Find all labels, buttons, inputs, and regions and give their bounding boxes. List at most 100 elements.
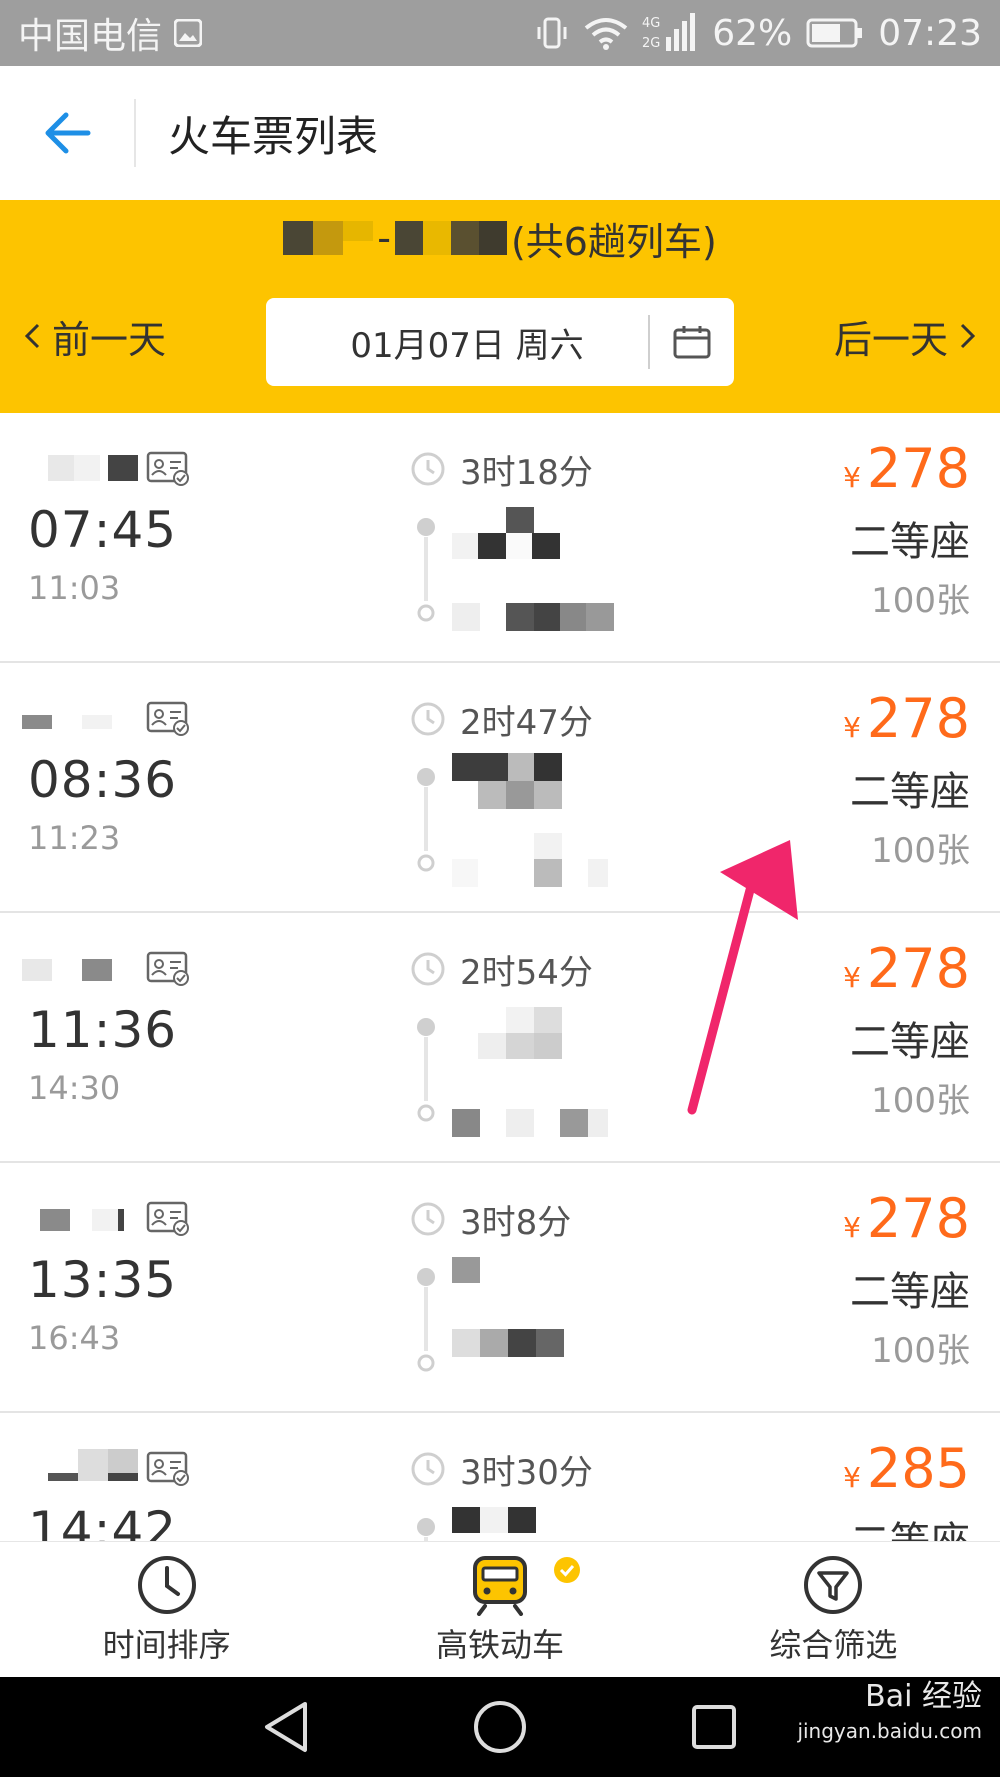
battery-percent: 62%: [712, 12, 793, 54]
watermark-brand: Bai 经验: [865, 1679, 982, 1714]
route-track-icon: [417, 1518, 435, 1541]
depart-time: 14:42: [28, 1501, 178, 1541]
ticket-count: 100张: [871, 831, 970, 871]
seat-class: 二等座: [850, 519, 970, 565]
calendar-icon: [673, 326, 711, 359]
carrier-name: 中国电信: [18, 16, 163, 57]
trip-duration: 2时47分: [460, 703, 593, 743]
calendar-button[interactable]: [650, 298, 734, 386]
arrive-time: 14:30: [28, 1069, 121, 1107]
train-row[interactable]: 07:45 11:03 3时18分 ¥278 二等座 100张: [0, 413, 1000, 663]
next-day-label: 后一天: [833, 317, 948, 362]
nav-recents-icon[interactable]: [689, 1702, 739, 1752]
clock-icon: [137, 1555, 196, 1614]
filter-icon: [804, 1555, 863, 1614]
tab-filter[interactable]: 综合筛选: [667, 1542, 1000, 1677]
train-number-redacted: [40, 1209, 124, 1231]
price-value: 278: [866, 437, 970, 500]
ticket-price: ¥278: [843, 437, 970, 500]
train-row[interactable]: 14:42 3时30分 ¥285 二等座: [0, 1413, 1000, 1541]
train-number-redacted: [22, 959, 112, 981]
train-icon: [472, 1555, 527, 1616]
start-station-redacted: [452, 1507, 536, 1533]
app-header: 火车票列表: [0, 66, 1000, 200]
ticket-count: 100张: [871, 581, 970, 621]
price-value: 285: [866, 1437, 970, 1500]
wifi-icon: [584, 16, 628, 50]
route-track-icon: [417, 1268, 435, 1372]
back-button[interactable]: [0, 66, 134, 200]
id-card-icon: [146, 1201, 189, 1236]
currency-symbol: ¥: [843, 1211, 861, 1244]
destination-redacted: [394, 221, 507, 255]
price-value: 278: [866, 937, 970, 1000]
end-station-redacted: [452, 1329, 564, 1357]
gallery-icon: [174, 19, 203, 47]
currency-symbol: ¥: [843, 711, 861, 744]
chevron-right-icon: [960, 323, 976, 349]
header-divider: [134, 99, 136, 167]
id-card-icon: [146, 1451, 189, 1486]
clock-icon: [411, 1202, 445, 1236]
page-title: 火车票列表: [168, 111, 379, 161]
start-station-redacted: [452, 753, 562, 809]
prev-day-button[interactable]: 前一天: [22, 298, 166, 374]
date-picker[interactable]: 01月07日 周六: [266, 298, 734, 386]
train-row[interactable]: 13:35 16:43 3时8分 ¥278 二等座 100张: [0, 1163, 1000, 1413]
trip-duration: 3时18分: [460, 453, 593, 493]
clock-time: 07:23: [878, 12, 982, 54]
annotation-arrow-icon: [687, 840, 798, 1115]
ticket-count: 100张: [871, 1081, 970, 1121]
nav-home-icon[interactable]: [472, 1699, 528, 1755]
depart-time: 07:45: [28, 501, 178, 559]
end-station-redacted: [452, 1109, 608, 1137]
status-right: 4G 2G 62% 07:23: [534, 13, 982, 54]
depart-time: 11:36: [28, 1001, 178, 1059]
trip-duration: 3时8分: [460, 1203, 572, 1243]
tab-label: 高铁动车: [435, 1625, 564, 1664]
end-station-redacted: [452, 603, 614, 631]
currency-symbol: ¥: [843, 461, 861, 494]
clock-icon: [411, 952, 445, 986]
arrive-time: 11:03: [28, 569, 121, 607]
watermark-url: jingyan.baidu.com: [797, 1719, 982, 1743]
price-value: 278: [866, 1187, 970, 1250]
end-station-redacted: [452, 833, 608, 887]
ticket-price: ¥278: [843, 687, 970, 750]
id-card-icon: [146, 701, 189, 736]
tab-label: 综合筛选: [769, 1625, 898, 1664]
next-day-button[interactable]: 后一天: [834, 298, 978, 374]
nav-back-icon[interactable]: [261, 1700, 311, 1754]
start-station-redacted: [452, 507, 560, 559]
tab-time-sort[interactable]: 时间排序: [0, 1542, 333, 1677]
seat-class: 二等座: [850, 1269, 970, 1315]
route-date-band: - (共6趟列车) 前一天 01月07日 周六 后一天: [0, 200, 1000, 413]
start-station-redacted: [452, 1257, 480, 1283]
baidu-watermark: Bai 经验 jingyan.baidu.com: [797, 1680, 982, 1748]
train-count: (共6趟列车): [510, 219, 717, 264]
train-number-redacted: [48, 455, 138, 481]
depart-time: 08:36: [28, 751, 178, 809]
price-value: 278: [866, 687, 970, 750]
route-dash: -: [377, 216, 391, 260]
seat-class: 二等座: [850, 769, 970, 815]
ticket-price: ¥278: [843, 937, 970, 1000]
tab-high-speed[interactable]: 高铁动车: [333, 1542, 666, 1677]
trip-duration: 3时30分: [460, 1453, 593, 1493]
train-row[interactable]: 11:36 14:30 2时54分 ¥278 二等座 100张: [0, 913, 1000, 1163]
route-summary: - (共6趟列车): [0, 210, 1000, 266]
currency-symbol: ¥: [843, 961, 861, 994]
id-card-icon: [146, 951, 189, 986]
trip-duration: 2时54分: [460, 953, 593, 993]
clock-icon: [411, 702, 445, 736]
train-row[interactable]: 08:36 11:23 2时47分 ¥278 二等座 100张: [0, 663, 1000, 913]
train-number-redacted: [22, 715, 112, 729]
prev-day-label: 前一天: [52, 317, 167, 362]
train-list[interactable]: 07:45 11:03 3时18分 ¥278 二等座 100张 08:36 11…: [0, 413, 1000, 1541]
route-track-icon: [417, 1018, 435, 1122]
ticket-price: ¥285: [843, 1437, 970, 1500]
selected-date: 01月07日 周六: [350, 325, 584, 366]
clock-icon: [411, 1452, 445, 1486]
train-number-redacted: [48, 1449, 138, 1481]
check-badge-icon: [554, 1557, 581, 1583]
